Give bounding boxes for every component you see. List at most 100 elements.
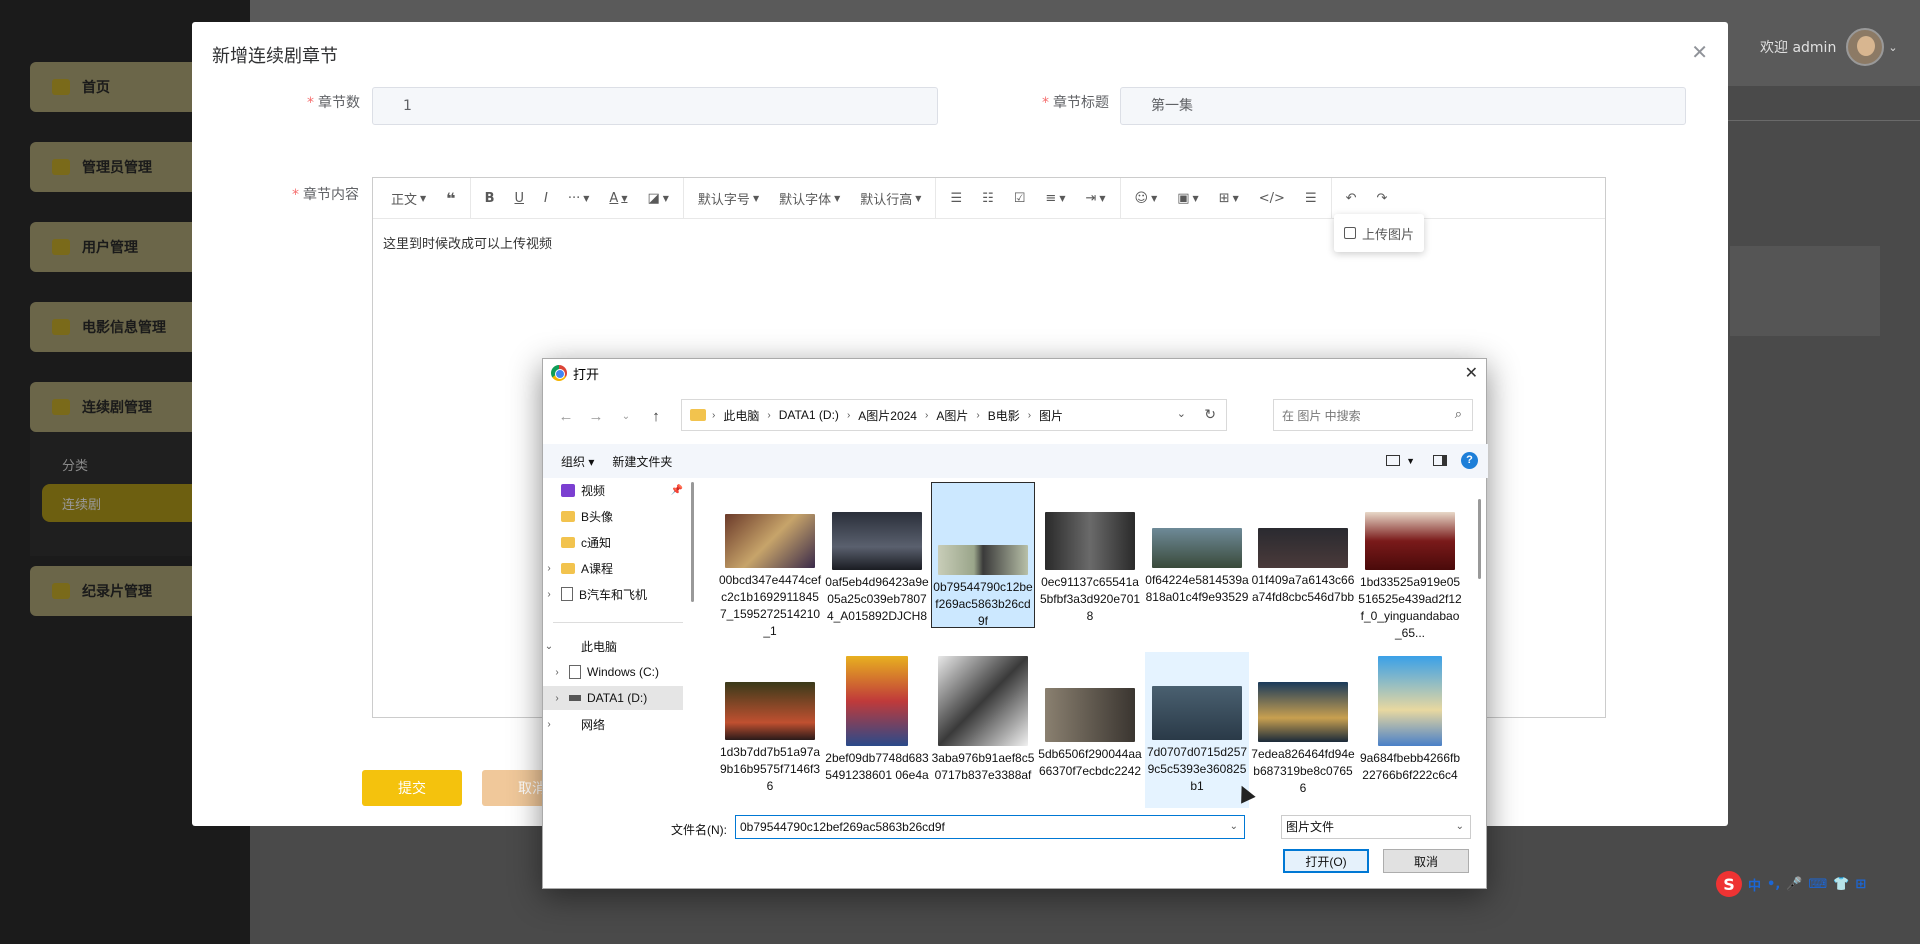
tree-item-drive-c[interactable]: › Windows (C:): [543, 660, 683, 684]
file-item[interactable]: 9a684fbebb4266fb22766b6f222c6c4: [1358, 656, 1462, 784]
numbered-list-icon[interactable]: ☷: [972, 183, 1004, 213]
sidebar-subitem-category[interactable]: 分类: [62, 455, 88, 474]
file-item[interactable]: 1d3b7dd7b51a97a9b16b9575f7146f36: [718, 682, 822, 795]
tree-item-course[interactable]: › A课程: [543, 556, 683, 580]
tree-item-drive-d[interactable]: › DATA1 (D:): [543, 686, 683, 710]
chapter-title-input[interactable]: 第一集: [1120, 87, 1686, 125]
redo-icon[interactable]: ↷: [1367, 183, 1398, 213]
tree-item-videos[interactable]: 视频 📌: [543, 478, 683, 502]
paragraph-select[interactable]: 正文 ▼: [381, 183, 436, 213]
grid-scrollbar[interactable]: [1478, 499, 1481, 579]
punctuation-icon[interactable]: •,: [1767, 877, 1780, 892]
expand-icon: ›: [555, 692, 559, 704]
file-item[interactable]: 3aba976b91aef8c50717b837e3388af: [931, 656, 1035, 784]
address-bar[interactable]: › 此电脑 › DATA1 (D:) › A图片2024 › A图片 › B电影…: [681, 399, 1227, 431]
skin-icon[interactable]: 👕: [1833, 877, 1849, 892]
separator: [469, 178, 471, 218]
up-arrow-icon[interactable]: ↑: [641, 408, 671, 425]
home-icon: [52, 79, 70, 95]
new-folder-button[interactable]: 新建文件夹: [612, 453, 672, 470]
font-size-select[interactable]: 默认字号 ▼: [688, 183, 769, 213]
file-item[interactable]: 00bcd347e4474cefc2c1b16929118457_1595272…: [718, 514, 822, 640]
file-item[interactable]: 7edea826464fd94eb687319be8c07656: [1251, 682, 1355, 797]
quote-icon[interactable]: ❝: [436, 183, 465, 213]
navigation-tree: 视频 📌 B头像 c通知 › A课程 › B汽车和飞机 ⌄ 此电脑 › Windows (…: [543, 478, 691, 808]
font-color-icon[interactable]: A ▼: [599, 183, 637, 213]
keyboard-icon[interactable]: ⌨: [1808, 877, 1827, 892]
drive-icon: [569, 665, 581, 679]
organize-button[interactable]: 组织 ▾: [561, 453, 594, 470]
indent-icon[interactable]: ⇥ ▼: [1075, 183, 1115, 213]
grid-icon[interactable]: ⊞: [1855, 877, 1866, 892]
file-item[interactable]: 01f409a7a6143c66a74fd8cbc546d7bb: [1251, 528, 1355, 606]
upload-image-menu-item[interactable]: 上传图片: [1334, 214, 1424, 252]
breadcrumb-item[interactable]: A图片: [936, 407, 968, 424]
microphone-icon[interactable]: 🎤: [1786, 877, 1802, 892]
forward-arrow-icon[interactable]: →: [581, 408, 611, 425]
breadcrumb-item[interactable]: DATA1 (D:): [779, 408, 839, 422]
breadcrumb-item[interactable]: 此电脑: [723, 407, 759, 424]
breadcrumb-item[interactable]: 图片: [1039, 407, 1063, 424]
tree-item-this-pc[interactable]: ⌄ 此电脑: [543, 634, 683, 658]
close-icon[interactable]: ✕: [1691, 40, 1708, 64]
line-height-select[interactable]: 默认行高 ▼: [850, 183, 931, 213]
file-item-selected[interactable]: 0b79544790c12bef269ac5863b26cd9f: [931, 482, 1035, 628]
close-icon[interactable]: ✕: [1465, 363, 1478, 383]
chapter-num-input[interactable]: 1: [372, 87, 938, 125]
tree-item-network[interactable]: › 网络: [543, 712, 683, 736]
help-icon[interactable]: ?: [1461, 452, 1478, 469]
align-icon[interactable]: ≡ ▼: [1035, 183, 1075, 213]
bold-icon[interactable]: B: [475, 183, 505, 213]
bullet-list-icon[interactable]: ☰: [940, 183, 972, 213]
font-family-select[interactable]: 默认字体 ▼: [769, 183, 850, 213]
recent-dropdown-icon[interactable]: ⌄: [611, 411, 641, 422]
file-item[interactable]: 5db6506f290044aa66370f7ecbdc2242: [1038, 688, 1142, 780]
image-thumbnail: [725, 682, 815, 740]
file-item[interactable]: 0ec91137c65541a5bfbf3a3d920e7018: [1038, 512, 1142, 625]
image-thumbnail: [1045, 688, 1135, 742]
file-item[interactable]: 2bef09db7748d6835491238601 06e4a: [825, 656, 929, 784]
tree-item-avatar[interactable]: B头像: [543, 504, 683, 528]
refresh-icon[interactable]: ↻: [1204, 406, 1216, 423]
back-arrow-icon[interactable]: ←: [551, 408, 581, 425]
open-button[interactable]: 打开(O): [1283, 849, 1369, 873]
breadcrumb-item[interactable]: B电影: [988, 407, 1020, 424]
chapter-num-label: * 章节数: [307, 95, 360, 111]
table-icon[interactable]: ⊞ ▼: [1209, 183, 1249, 213]
chevron-down-icon[interactable]: ⌄: [1177, 407, 1186, 420]
code-icon[interactable]: </>: [1249, 183, 1295, 213]
italic-icon[interactable]: I: [534, 183, 558, 213]
view-mode-icon[interactable]: [1386, 455, 1401, 466]
background-color-icon[interactable]: ◪ ▼: [637, 183, 678, 213]
separator: [935, 178, 937, 218]
file-item[interactable]: 0f64224e5814539a818a01c4f9e93529: [1145, 528, 1249, 606]
undo-icon[interactable]: ↶: [1336, 183, 1367, 213]
emoji-icon[interactable]: ☺ ▼: [1125, 183, 1168, 213]
tree-item-cars[interactable]: › B汽车和飞机: [543, 582, 683, 606]
ime-toolbar[interactable]: S 中 •, 🎤 ⌨ 👕 ⊞: [1716, 870, 1920, 898]
chevron-down-icon[interactable]: ▼: [1406, 456, 1415, 466]
avatar[interactable]: [1846, 28, 1885, 66]
cancel-button[interactable]: 取消: [1383, 849, 1469, 873]
background-panel: [1730, 246, 1880, 336]
file-item[interactable]: 0af5eb4d96423a9e05a25c039eb78074_A015892…: [825, 512, 929, 625]
chevron-down-icon[interactable]: ⌄: [1230, 816, 1238, 838]
filename-input[interactable]: 0b79544790c12bef269ac5863b26cd9f ⌄: [735, 815, 1245, 839]
file-item[interactable]: 1bd33525a919e05516525e439ad2f12f_0_yingu…: [1358, 512, 1462, 642]
tree-scrollbar[interactable]: [691, 482, 694, 602]
preview-pane-icon[interactable]: [1433, 455, 1447, 466]
submit-button[interactable]: 提交: [362, 770, 462, 806]
underline-icon[interactable]: U: [504, 183, 534, 213]
ime-mode-label[interactable]: 中: [1748, 875, 1761, 894]
user-menu[interactable]: 欢迎 admin ⌄: [1760, 28, 1898, 66]
todo-icon[interactable]: ☑: [1004, 183, 1036, 213]
more-icon[interactable]: ··· ▼: [558, 183, 600, 213]
image-icon[interactable]: ▣ ▼: [1167, 183, 1208, 213]
tree-item-notice[interactable]: c通知: [543, 530, 683, 554]
breadcrumb-item[interactable]: A图片2024: [858, 407, 917, 424]
drive-icon: [569, 695, 581, 701]
divider-icon[interactable]: ☰: [1295, 183, 1327, 213]
search-input[interactable]: 在 图片 中搜索 ⌕: [1273, 399, 1473, 431]
filetype-select[interactable]: 图片文件 ⌄: [1281, 815, 1471, 839]
file-item-hover[interactable]: 7d0707d0715d2579c5c5393e360825b1: [1145, 652, 1249, 808]
